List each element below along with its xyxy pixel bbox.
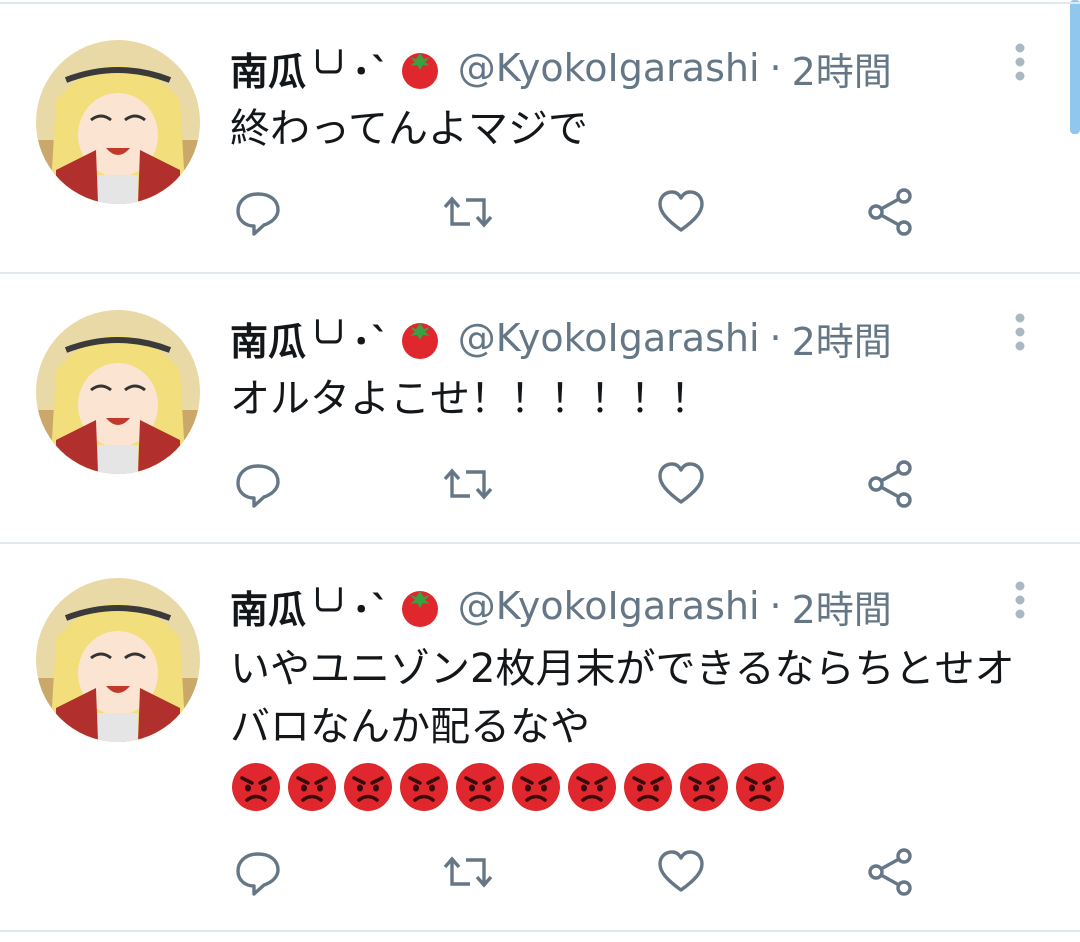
- angry-face-icon: [230, 761, 282, 813]
- timestamp[interactable]: 2時間: [792, 41, 892, 96]
- avatar-image: [36, 40, 200, 204]
- angry-face-icon: [398, 761, 450, 813]
- reply-icon[interactable]: [232, 186, 284, 238]
- tweet-actions: [230, 458, 950, 510]
- tweet[interactable]: 南瓜╰╯･` @KyokoIgarashi · 2時間 オルタよこせ！！！！！！: [0, 270, 1080, 542]
- like-icon[interactable]: [655, 458, 707, 510]
- avatar[interactable]: [36, 40, 200, 204]
- user-handle[interactable]: @KyokoIgarashi: [458, 316, 760, 360]
- separator: ·: [769, 46, 782, 90]
- separator: ·: [769, 316, 782, 360]
- reply-icon[interactable]: [232, 458, 284, 510]
- angry-face-icon: [566, 761, 618, 813]
- tweet-header: 南瓜╰╯･` @KyokoIgarashi · 2時間: [230, 42, 892, 94]
- angry-face-icon: [678, 761, 730, 813]
- user-handle[interactable]: @KyokoIgarashi: [458, 46, 760, 90]
- avatar-image: [36, 578, 200, 742]
- more-options-icon[interactable]: [1006, 40, 1034, 84]
- tomato-icon: [396, 314, 444, 362]
- tweet-actions: [230, 186, 950, 238]
- separator: ·: [769, 584, 782, 628]
- tweet-header: 南瓜╰╯･` @KyokoIgarashi · 2時間: [230, 312, 892, 364]
- like-icon[interactable]: [655, 846, 707, 898]
- timestamp[interactable]: 2時間: [792, 579, 892, 634]
- display-name[interactable]: 南瓜╰╯･`: [230, 579, 390, 634]
- user-handle[interactable]: @KyokoIgarashi: [458, 584, 760, 628]
- tweet-text-content: いやユニゾン2枚月末ができるならちとせオバロなんか配るなや: [230, 646, 1015, 750]
- angry-face-icon: [510, 761, 562, 813]
- timeline: 南瓜╰╯･` @KyokoIgarashi · 2時間 終わってんよマジで 南瓜…: [0, 0, 1080, 942]
- retweet-icon[interactable]: [442, 846, 494, 898]
- timestamp[interactable]: 2時間: [792, 311, 892, 366]
- avatar[interactable]: [36, 578, 200, 742]
- angry-face-icon: [734, 761, 786, 813]
- tweet-header: 南瓜╰╯･` @KyokoIgarashi · 2時間: [230, 580, 892, 632]
- angry-face-icon: [454, 761, 506, 813]
- angry-face-icon: [342, 761, 394, 813]
- avatar[interactable]: [36, 310, 200, 474]
- tweet[interactable]: 南瓜╰╯･` @KyokoIgarashi · 2時間 いやユニゾン2枚月末がで…: [0, 538, 1080, 938]
- avatar-image: [36, 310, 200, 474]
- retweet-icon[interactable]: [442, 458, 494, 510]
- tomato-icon: [396, 582, 444, 630]
- display-name[interactable]: 南瓜╰╯･`: [230, 41, 390, 96]
- display-name[interactable]: 南瓜╰╯･`: [230, 311, 390, 366]
- share-icon[interactable]: [864, 458, 916, 510]
- tweet-text: 終わってんよマジで: [230, 106, 588, 152]
- more-options-icon[interactable]: [1006, 578, 1034, 622]
- share-icon[interactable]: [864, 186, 916, 238]
- reply-icon[interactable]: [232, 846, 284, 898]
- emoji-row: [230, 761, 786, 813]
- angry-face-icon: [622, 761, 674, 813]
- angry-face-icon: [286, 761, 338, 813]
- tweet[interactable]: 南瓜╰╯･` @KyokoIgarashi · 2時間 終わってんよマジで: [0, 0, 1080, 272]
- retweet-icon[interactable]: [442, 186, 494, 238]
- divider: [0, 930, 1080, 932]
- like-icon[interactable]: [655, 186, 707, 238]
- tweet-text: オルタよこせ！！！！！！: [230, 376, 710, 422]
- tweet-text: いやユニゾン2枚月末ができるならちとせオバロなんか配るなや: [230, 640, 1040, 814]
- tomato-icon: [396, 44, 444, 92]
- tweet-actions: [230, 846, 950, 898]
- more-options-icon[interactable]: [1006, 310, 1034, 354]
- share-icon[interactable]: [864, 846, 916, 898]
